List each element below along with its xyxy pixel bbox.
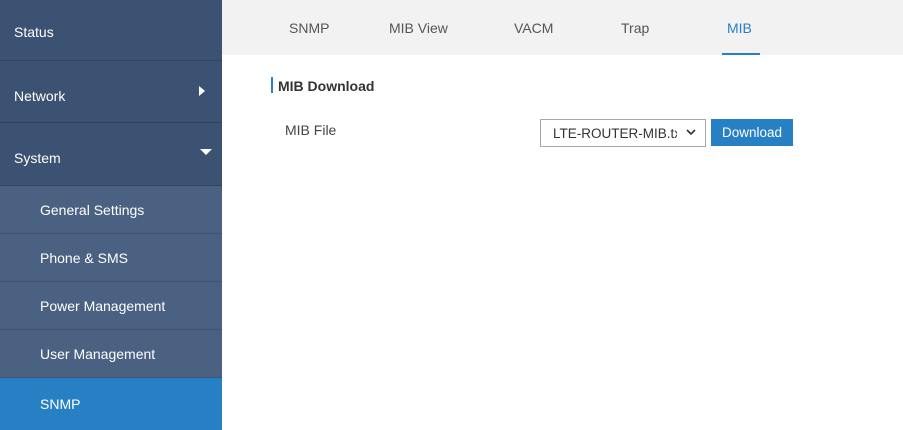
sidebar-subitem-label: SNMP bbox=[40, 396, 81, 412]
main-content: MIB Download MIB File LTE-ROUTER-MIB.txt… bbox=[222, 55, 903, 430]
tab-bar: SNMP MIB View VACM Trap MIB bbox=[222, 0, 903, 55]
sidebar: Status Network System General Settings P… bbox=[0, 0, 222, 430]
sidebar-subitem-power-management[interactable]: Power Management bbox=[0, 282, 222, 330]
chevron-down-icon bbox=[686, 129, 696, 136]
chevron-down-icon bbox=[200, 149, 212, 155]
mib-file-select-value: LTE-ROUTER-MIB.txt bbox=[553, 126, 677, 141]
sidebar-subitem-snmp[interactable]: SNMP bbox=[0, 378, 222, 430]
sidebar-subitem-general-settings[interactable]: General Settings bbox=[0, 186, 222, 234]
sidebar-subitem-label: Phone & SMS bbox=[40, 250, 128, 266]
sidebar-item-status[interactable]: Status bbox=[0, 0, 222, 61]
tab-vacm[interactable]: VACM bbox=[514, 20, 553, 36]
tab-trap[interactable]: Trap bbox=[621, 20, 649, 36]
sidebar-item-label: System bbox=[14, 150, 61, 166]
sidebar-item-label: Status bbox=[14, 24, 54, 40]
section-marker bbox=[271, 77, 273, 93]
section-title: MIB Download bbox=[278, 78, 375, 94]
chevron-right-icon bbox=[199, 86, 205, 96]
tab-snmp[interactable]: SNMP bbox=[289, 20, 329, 36]
sidebar-item-network[interactable]: Network bbox=[0, 62, 222, 123]
sidebar-item-system[interactable]: System bbox=[0, 124, 222, 186]
mib-file-select[interactable]: LTE-ROUTER-MIB.txt bbox=[540, 119, 706, 147]
sidebar-subitem-user-management[interactable]: User Management bbox=[0, 330, 222, 378]
sidebar-subitem-label: User Management bbox=[40, 346, 156, 362]
download-button[interactable]: Download bbox=[711, 119, 793, 146]
tab-mib-view[interactable]: MIB View bbox=[389, 20, 448, 36]
app-root: Status Network System General Settings P… bbox=[0, 0, 903, 430]
sidebar-subitem-label: General Settings bbox=[40, 202, 145, 218]
sidebar-subitem-phone-sms[interactable]: Phone & SMS bbox=[0, 234, 222, 282]
tab-mib[interactable]: MIB bbox=[727, 20, 752, 36]
sidebar-subitem-label: Power Management bbox=[40, 298, 166, 314]
mib-file-label: MIB File bbox=[285, 122, 337, 138]
sidebar-item-label: Network bbox=[14, 88, 66, 104]
